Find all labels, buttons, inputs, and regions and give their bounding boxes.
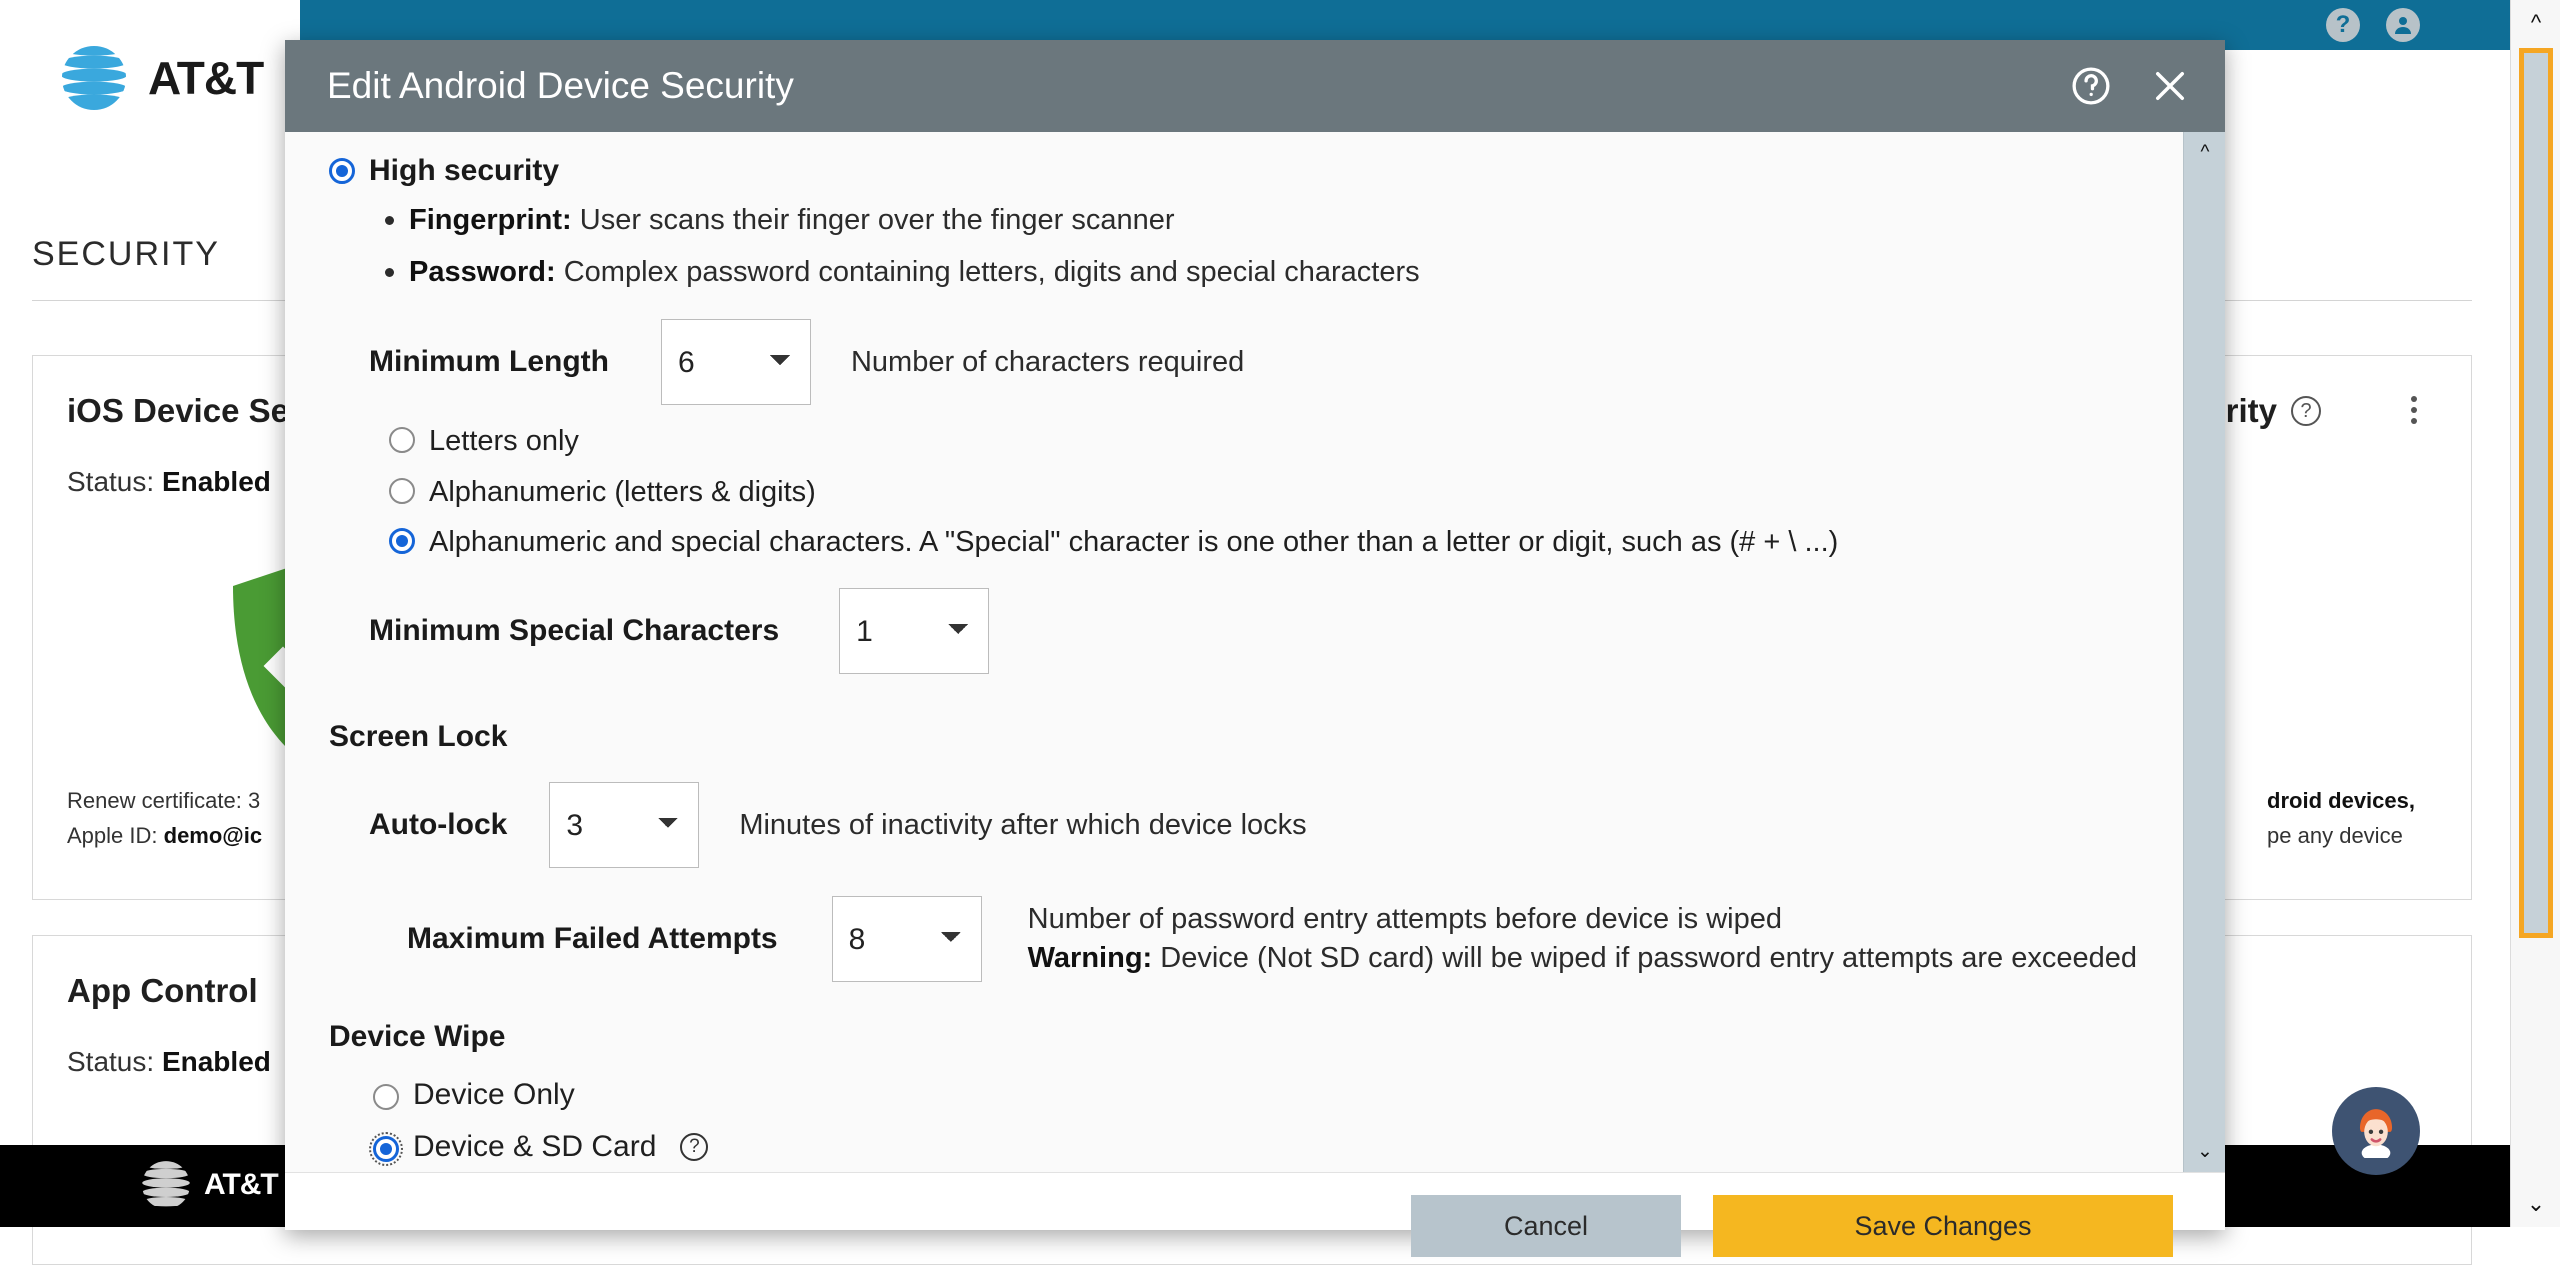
chat-agent-button[interactable] <box>2332 1087 2420 1175</box>
radio-alphanumeric-special[interactable] <box>389 528 415 554</box>
agent-avatar-icon <box>2349 1104 2403 1158</box>
radio-alphanumeric[interactable] <box>389 478 415 504</box>
radio-high-security[interactable] <box>329 158 355 184</box>
warning-term: Warning: <box>1028 942 1153 974</box>
card-title-text: App Control <box>67 972 258 1010</box>
scroll-down-icon[interactable]: ⌄ <box>2184 1134 2225 1168</box>
minimum-special-select[interactable]: 1 <box>839 588 989 674</box>
brand-band: AT&T <box>0 0 300 160</box>
max-failed-hint: Number of password entry attempts before… <box>1028 903 2137 936</box>
dialog-body: High security Fingerprint: User scans th… <box>285 132 2183 1172</box>
dialog-footer: Cancel Save Changes <box>285 1172 2225 1230</box>
brand-logo[interactable]: AT&T <box>58 42 263 114</box>
minimum-special-label: Minimum Special Characters <box>369 614 779 648</box>
option-label: Alphanumeric (letters & digits) <box>429 474 816 510</box>
minimum-special-row: Minimum Special Characters 1 <box>369 588 2143 674</box>
browser-scrollbar[interactable]: ^ ⌄ <box>2510 0 2560 1227</box>
status-badge: Enabled <box>162 1046 271 1077</box>
bullet-text: User scans their finger over the finger … <box>572 204 1175 236</box>
status-label: Status: <box>67 466 154 497</box>
cancel-button[interactable]: Cancel <box>1411 1195 1681 1257</box>
card-status: Status: Enabled <box>67 466 271 498</box>
android-devices-text: droid devices, <box>2267 788 2415 813</box>
footer-brand: AT&T <box>140 1159 278 1211</box>
help-icon[interactable] <box>2069 64 2113 108</box>
close-icon[interactable] <box>2149 65 2191 107</box>
att-globe-icon <box>140 1159 192 1211</box>
device-wipe-group: Device Only Device & SD Card ? <box>373 1078 2143 1164</box>
max-failed-warning: Warning: Device (Not SD card) will be wi… <box>1028 942 2137 975</box>
help-icon[interactable]: ? <box>2326 8 2360 42</box>
max-failed-hints: Number of password entry attempts before… <box>1028 897 2137 981</box>
bullet-fingerprint: Fingerprint: User scans their finger ove… <box>381 202 2143 240</box>
device-wipe-heading: Device Wipe <box>329 1020 2143 1054</box>
password-type-option-letters[interactable]: Letters only <box>389 423 2143 459</box>
brand-name: AT&T <box>148 51 263 105</box>
edit-android-device-security-dialog: Edit Android Device Security High secu <box>285 40 2225 1230</box>
topbar-actions: ? <box>2326 0 2420 50</box>
minimum-length-hint: Number of characters required <box>851 346 1244 379</box>
dialog-title: Edit Android Device Security <box>327 65 2069 107</box>
warning-text: Device (Not SD card) will be wiped if pa… <box>1152 942 2137 974</box>
card-footnotes: Renew certificate: 3 Apple ID: demo@ic <box>67 783 262 853</box>
minimum-length-label: Minimum Length <box>369 345 609 379</box>
status-label: Status: <box>67 1046 154 1077</box>
radio-device-only[interactable] <box>373 1084 399 1110</box>
scrollbar-thumb[interactable] <box>2519 48 2553 938</box>
user-circle-icon[interactable] <box>2386 8 2420 42</box>
card-footnotes-android: droid devices, pe any device <box>2267 783 2415 853</box>
max-failed-label: Maximum Failed Attempts <box>407 922 778 956</box>
bullet-term: Fingerprint: <box>409 204 572 236</box>
dialog-scrollbar[interactable]: ^ ⌄ <box>2183 132 2225 1172</box>
dialog-header-actions <box>2069 64 2191 108</box>
password-type-option-alphanumeric-special[interactable]: Alphanumeric and special characters. A "… <box>389 524 2143 560</box>
radio-letters-only[interactable] <box>389 427 415 453</box>
dialog-body-wrap: High security Fingerprint: User scans th… <box>285 132 2225 1172</box>
help-icon[interactable]: ? <box>680 1133 708 1161</box>
card-status: Status: Enabled <box>67 1046 271 1078</box>
auto-lock-label: Auto-lock <box>369 808 507 842</box>
security-level-label: High security <box>369 154 559 188</box>
option-label: Letters only <box>429 423 579 459</box>
auto-lock-row: Auto-lock 3 Minutes of inactivity after … <box>369 782 2143 868</box>
dialog-header: Edit Android Device Security <box>285 40 2225 132</box>
renew-certificate-label: Renew certificate: <box>67 788 242 813</box>
option-label: Device & SD Card <box>413 1130 656 1164</box>
minimum-length-row: Minimum Length 6 Number of characters re… <box>369 319 2143 405</box>
security-level-high[interactable]: High security <box>329 154 2143 188</box>
bullet-password: Password: Complex password containing le… <box>381 254 2143 292</box>
scroll-down-icon[interactable]: ⌄ <box>2511 1181 2560 1227</box>
apple-id-label: Apple ID: <box>67 823 158 848</box>
bullet-text: Complex password containing letters, dig… <box>556 256 1420 288</box>
renew-certificate-value: 3 <box>248 788 260 813</box>
device-wipe-option-device-sd[interactable]: Device & SD Card ? <box>373 1130 2143 1164</box>
card-menu-icon[interactable] <box>2411 396 2417 424</box>
att-globe-icon <box>58 42 130 114</box>
scroll-up-icon[interactable]: ^ <box>2184 136 2225 170</box>
status-badge: Enabled <box>162 466 271 497</box>
minimum-length-select[interactable]: 6 <box>661 319 811 405</box>
auto-lock-hint: Minutes of inactivity after which device… <box>739 809 1306 842</box>
help-icon[interactable]: ? <box>2291 396 2321 426</box>
security-level-bullets: Fingerprint: User scans their finger ove… <box>381 202 2143 291</box>
max-failed-attempts-row: Maximum Failed Attempts 8 Number of pass… <box>407 896 2143 982</box>
screen-lock-heading: Screen Lock <box>329 720 2143 754</box>
footer-brand-name: AT&T <box>204 1168 278 1202</box>
password-type-group: Letters only Alphanumeric (letters & dig… <box>389 423 2143 560</box>
option-label: Device Only <box>413 1078 575 1112</box>
apple-id-value: demo@ic <box>164 823 262 848</box>
option-label: Alphanumeric and special characters. A "… <box>429 524 1838 560</box>
bullet-term: Password: <box>409 256 556 288</box>
save-changes-button[interactable]: Save Changes <box>1713 1195 2173 1257</box>
card-title: App Control <box>67 972 258 1010</box>
scroll-up-icon[interactable]: ^ <box>2511 0 2560 46</box>
auto-lock-select[interactable]: 3 <box>549 782 699 868</box>
page-title: SECURITY <box>32 235 220 274</box>
max-failed-select[interactable]: 8 <box>832 896 982 982</box>
device-wipe-option-device-only[interactable]: Device Only <box>373 1078 2143 1112</box>
password-type-option-alphanumeric[interactable]: Alphanumeric (letters & digits) <box>389 474 2143 510</box>
radio-device-and-sd-card[interactable] <box>373 1136 399 1162</box>
wipe-device-text: pe any device <box>2267 823 2403 848</box>
